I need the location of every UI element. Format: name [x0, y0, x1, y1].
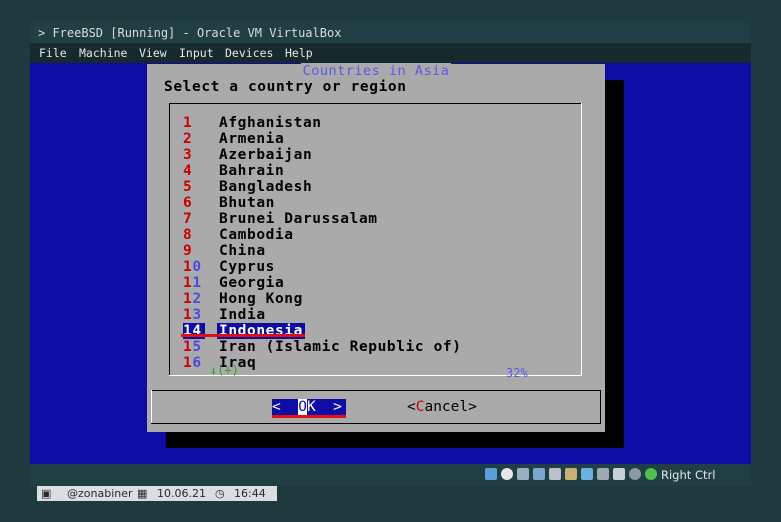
list-item[interactable]: 11 Georgia: [183, 275, 563, 291]
dialog-prompt: Select a country or region: [164, 79, 407, 95]
list-item-number: 9: [183, 243, 193, 259]
list-item-number: 3: [183, 147, 193, 163]
list-item-number: 13: [183, 307, 202, 323]
more-indicator: ↓(+): [210, 363, 239, 377]
list-item-number: 10: [183, 259, 202, 275]
selection-highlight-mark: [181, 334, 305, 337]
list-item[interactable]: 4 Bahrain: [183, 163, 563, 179]
list-item-number: 8: [183, 227, 193, 243]
list-item-name: Bhutan: [219, 195, 275, 211]
list-item-number: 16: [183, 355, 202, 371]
country-dialog: Countries in Asia Select a country or re…: [147, 63, 605, 432]
list-item-name: Azerbaijan: [219, 147, 313, 163]
list-item[interactable]: 13 India: [183, 307, 563, 323]
footer-bar: ▣ @zonabiner ▦ 10.06.21 ◷ 16:44: [37, 486, 277, 501]
list-item-number: 6: [183, 195, 193, 211]
list-item-name: Iran (Islamic Republic of): [219, 339, 462, 355]
list-item-name: India: [219, 307, 266, 323]
list-item[interactable]: 9 China: [183, 243, 563, 259]
list-item-number: 4: [183, 163, 193, 179]
button-area: [151, 390, 601, 424]
usb-icon[interactable]: [549, 468, 561, 480]
list-item-number: 1: [183, 115, 193, 131]
list-item[interactable]: 5 Bangladesh: [183, 179, 563, 195]
list-item-number: 7: [183, 211, 193, 227]
list-item-name: Georgia: [219, 275, 285, 291]
list-item[interactable]: 12 Hong Kong: [183, 291, 563, 307]
recording-icon[interactable]: [597, 468, 609, 480]
menu-machine[interactable]: Machine: [79, 43, 127, 63]
hard-disk-icon[interactable]: [485, 468, 497, 480]
camera-icon: ▣: [41, 487, 52, 500]
menu-bar: File Machine View Input Devices Help: [30, 43, 751, 63]
list-item[interactable]: 3 Azerbaijan: [183, 147, 563, 163]
menu-devices[interactable]: Devices: [225, 43, 273, 63]
list-item[interactable]: 8 Cambodia: [183, 227, 563, 243]
dialog-title: Countries in Asia: [300, 63, 452, 79]
list-item-name: Brunei Darussalam: [219, 211, 378, 227]
list-item[interactable]: 7 Brunei Darussalam: [183, 211, 563, 227]
list-item-name: China: [219, 243, 266, 259]
window-title: > FreeBSD [Running] - Oracle VM VirtualB…: [38, 26, 342, 40]
list-item-name: Hong Kong: [219, 291, 303, 307]
list-item-name: Afghanistan: [219, 115, 322, 131]
scroll-percent: 32%: [506, 366, 528, 380]
calendar-icon: ▦: [137, 487, 148, 500]
network-icon[interactable]: [533, 468, 545, 480]
title-bar[interactable]: > FreeBSD [Running] - Oracle VM VirtualB…: [30, 23, 751, 43]
list-item[interactable]: 1 Afghanistan: [183, 115, 563, 131]
clock-icon: ◷: [215, 487, 225, 500]
menu-help[interactable]: Help: [285, 43, 313, 63]
list-item[interactable]: 2 Armenia: [183, 131, 563, 147]
ok-button[interactable]: < OK >: [272, 399, 346, 415]
list-item-name: Cambodia: [219, 227, 294, 243]
list-item-name: Bangladesh: [219, 179, 313, 195]
cancel-button[interactable]: <Cancel>: [407, 399, 477, 415]
list-item-name: Cyprus: [219, 259, 275, 275]
list-item-number: 11: [183, 275, 202, 291]
list-item-number: 5: [183, 179, 193, 195]
list-item-name: Bahrain: [219, 163, 285, 179]
optical-drive-icon[interactable]: [501, 468, 513, 480]
host-key-label: Right Ctrl: [661, 468, 716, 482]
menu-file[interactable]: File: [39, 43, 67, 63]
footer-user: @zonabiner: [67, 487, 133, 500]
list-item[interactable]: 10 Cyprus: [183, 259, 563, 275]
list-item[interactable]: 15 Iran (Islamic Republic of): [183, 339, 563, 355]
display-icon[interactable]: [581, 468, 593, 480]
ok-highlight-mark: [272, 415, 346, 418]
virtualization-icon: [613, 468, 625, 480]
menu-view[interactable]: View: [139, 43, 167, 63]
footer-time: 16:44: [234, 487, 266, 500]
list-item-number: 15: [183, 339, 202, 355]
list-item-number: 2: [183, 131, 193, 147]
shared-folder-icon[interactable]: [565, 468, 577, 480]
list-item-number: 12: [183, 291, 202, 307]
footer-date: 10.06.21: [157, 487, 206, 500]
keyboard-icon[interactable]: [645, 468, 657, 480]
menu-input[interactable]: Input: [179, 43, 214, 63]
status-bar: [30, 464, 751, 486]
list-item[interactable]: 6 Bhutan: [183, 195, 563, 211]
audio-icon[interactable]: [517, 468, 529, 480]
list-item-name: Armenia: [219, 131, 285, 147]
mouse-icon[interactable]: [629, 468, 641, 480]
